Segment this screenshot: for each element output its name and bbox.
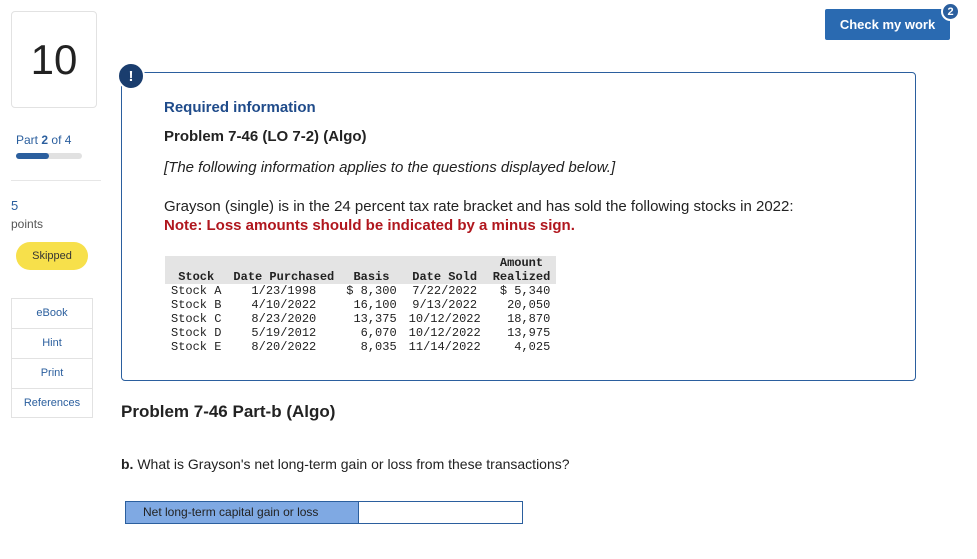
problem-description: Grayson (single) is in the 24 percent ta… <box>164 198 794 215</box>
table-cell: 4/10/2022 <box>251 298 317 312</box>
points-value: 5 <box>11 198 19 213</box>
table-header-cell: Stock <box>165 256 228 284</box>
table-cell: 13,975 <box>507 326 551 340</box>
table-cell: 13,375 <box>353 312 397 326</box>
question-number: 10 <box>30 35 78 83</box>
table-cell: 18,870 <box>507 312 551 326</box>
table-cell: 11/14/2022 <box>408 340 481 354</box>
table-header-cell: Basis <box>340 256 403 284</box>
stock-table: Stock Date Purchased Basis Date Sold Amo… <box>165 256 557 354</box>
table-header-cell: Date Sold <box>402 256 487 284</box>
table-cell: $ 5,340 <box>499 284 551 298</box>
table-cell: 8/23/2020 <box>251 312 317 326</box>
part-progress-fill <box>16 153 49 159</box>
table-cell: Stock B <box>171 298 222 312</box>
sidebar-divider <box>11 180 101 181</box>
table-cell: 16,100 <box>353 298 397 312</box>
table-cell: 10/12/2022 <box>408 312 481 326</box>
part-label: Part <box>16 133 39 147</box>
table-cell: 6,070 <box>360 326 397 340</box>
resource-ebook[interactable]: eBook <box>12 299 92 329</box>
part-indicator: Part 2 of 4 <box>16 133 71 147</box>
answer-label: Net long-term capital gain or loss <box>126 502 358 523</box>
table-row: Stock C 8/23/2020 13,375 10/12/2022 18,8… <box>165 312 556 326</box>
net-long-term-gain-input[interactable] <box>358 502 522 523</box>
alert-icon: ! <box>117 62 145 90</box>
part-progress-bar <box>16 153 82 159</box>
resources-list: eBook Hint Print References <box>11 298 93 418</box>
resource-print[interactable]: Print <box>12 359 92 389</box>
table-header-cell: Date Purchased <box>227 256 341 284</box>
answer-row: Net long-term capital gain or loss <box>125 501 523 524</box>
table-cell: 4,025 <box>514 340 551 354</box>
required-info-heading: Required information <box>164 99 316 116</box>
part-b-title: Problem 7-46 Part-b (Algo) <box>121 402 336 421</box>
part-b-question: b. What is Grayson's net long-term gain … <box>121 456 570 472</box>
part-of: of 4 <box>51 133 72 147</box>
question-number-box: 10 <box>11 11 97 108</box>
table-header-cell: Amount Realized <box>486 256 557 284</box>
table-cell: 8/20/2022 <box>251 340 317 354</box>
table-cell: 8,035 <box>360 340 397 354</box>
table-cell: Stock E <box>171 340 222 354</box>
table-cell: 10/12/2022 <box>408 326 481 340</box>
table-cell: 9/13/2022 <box>412 298 478 312</box>
table-cell: 5/19/2012 <box>251 326 317 340</box>
problem-title: Problem 7-46 (LO 7-2) (Algo) <box>164 128 367 145</box>
status-badge: Skipped <box>16 242 88 270</box>
table-cell: 7/22/2022 <box>412 284 478 298</box>
table-row: Stock E 8/20/2022 8,035 11/14/2022 4,025 <box>165 340 556 354</box>
part-current: 2 <box>41 133 49 147</box>
points-label: points <box>11 217 44 231</box>
applies-note: [The following information applies to th… <box>164 159 616 176</box>
table-row: Stock A 1/23/1998 $ 8,300 7/22/2022 $ 5,… <box>165 284 556 298</box>
table-cell: Stock C <box>171 312 222 326</box>
question-prefix: b. <box>121 456 134 472</box>
resource-hint[interactable]: Hint <box>12 329 92 359</box>
table-cell: $ 8,300 <box>346 284 397 298</box>
table-cell: Stock D <box>171 326 222 340</box>
question-text: What is Grayson's net long-term gain or … <box>137 456 570 472</box>
check-my-work-button[interactable]: Check my work <box>825 9 950 40</box>
table-cell: 1/23/1998 <box>251 284 317 298</box>
table-cell: 20,050 <box>507 298 551 312</box>
check-count-badge: 2 <box>941 2 960 21</box>
resource-references[interactable]: References <box>12 389 92 419</box>
table-row: Stock D 5/19/2012 6,070 10/12/2022 13,97… <box>165 326 556 340</box>
table-row: Stock B 4/10/2022 16,100 9/13/2022 20,05… <box>165 298 556 312</box>
table-header-row: Stock Date Purchased Basis Date Sold Amo… <box>165 256 557 284</box>
loss-note: Note: Loss amounts should be indicated b… <box>164 217 575 234</box>
table-cell: Stock A <box>171 284 222 298</box>
